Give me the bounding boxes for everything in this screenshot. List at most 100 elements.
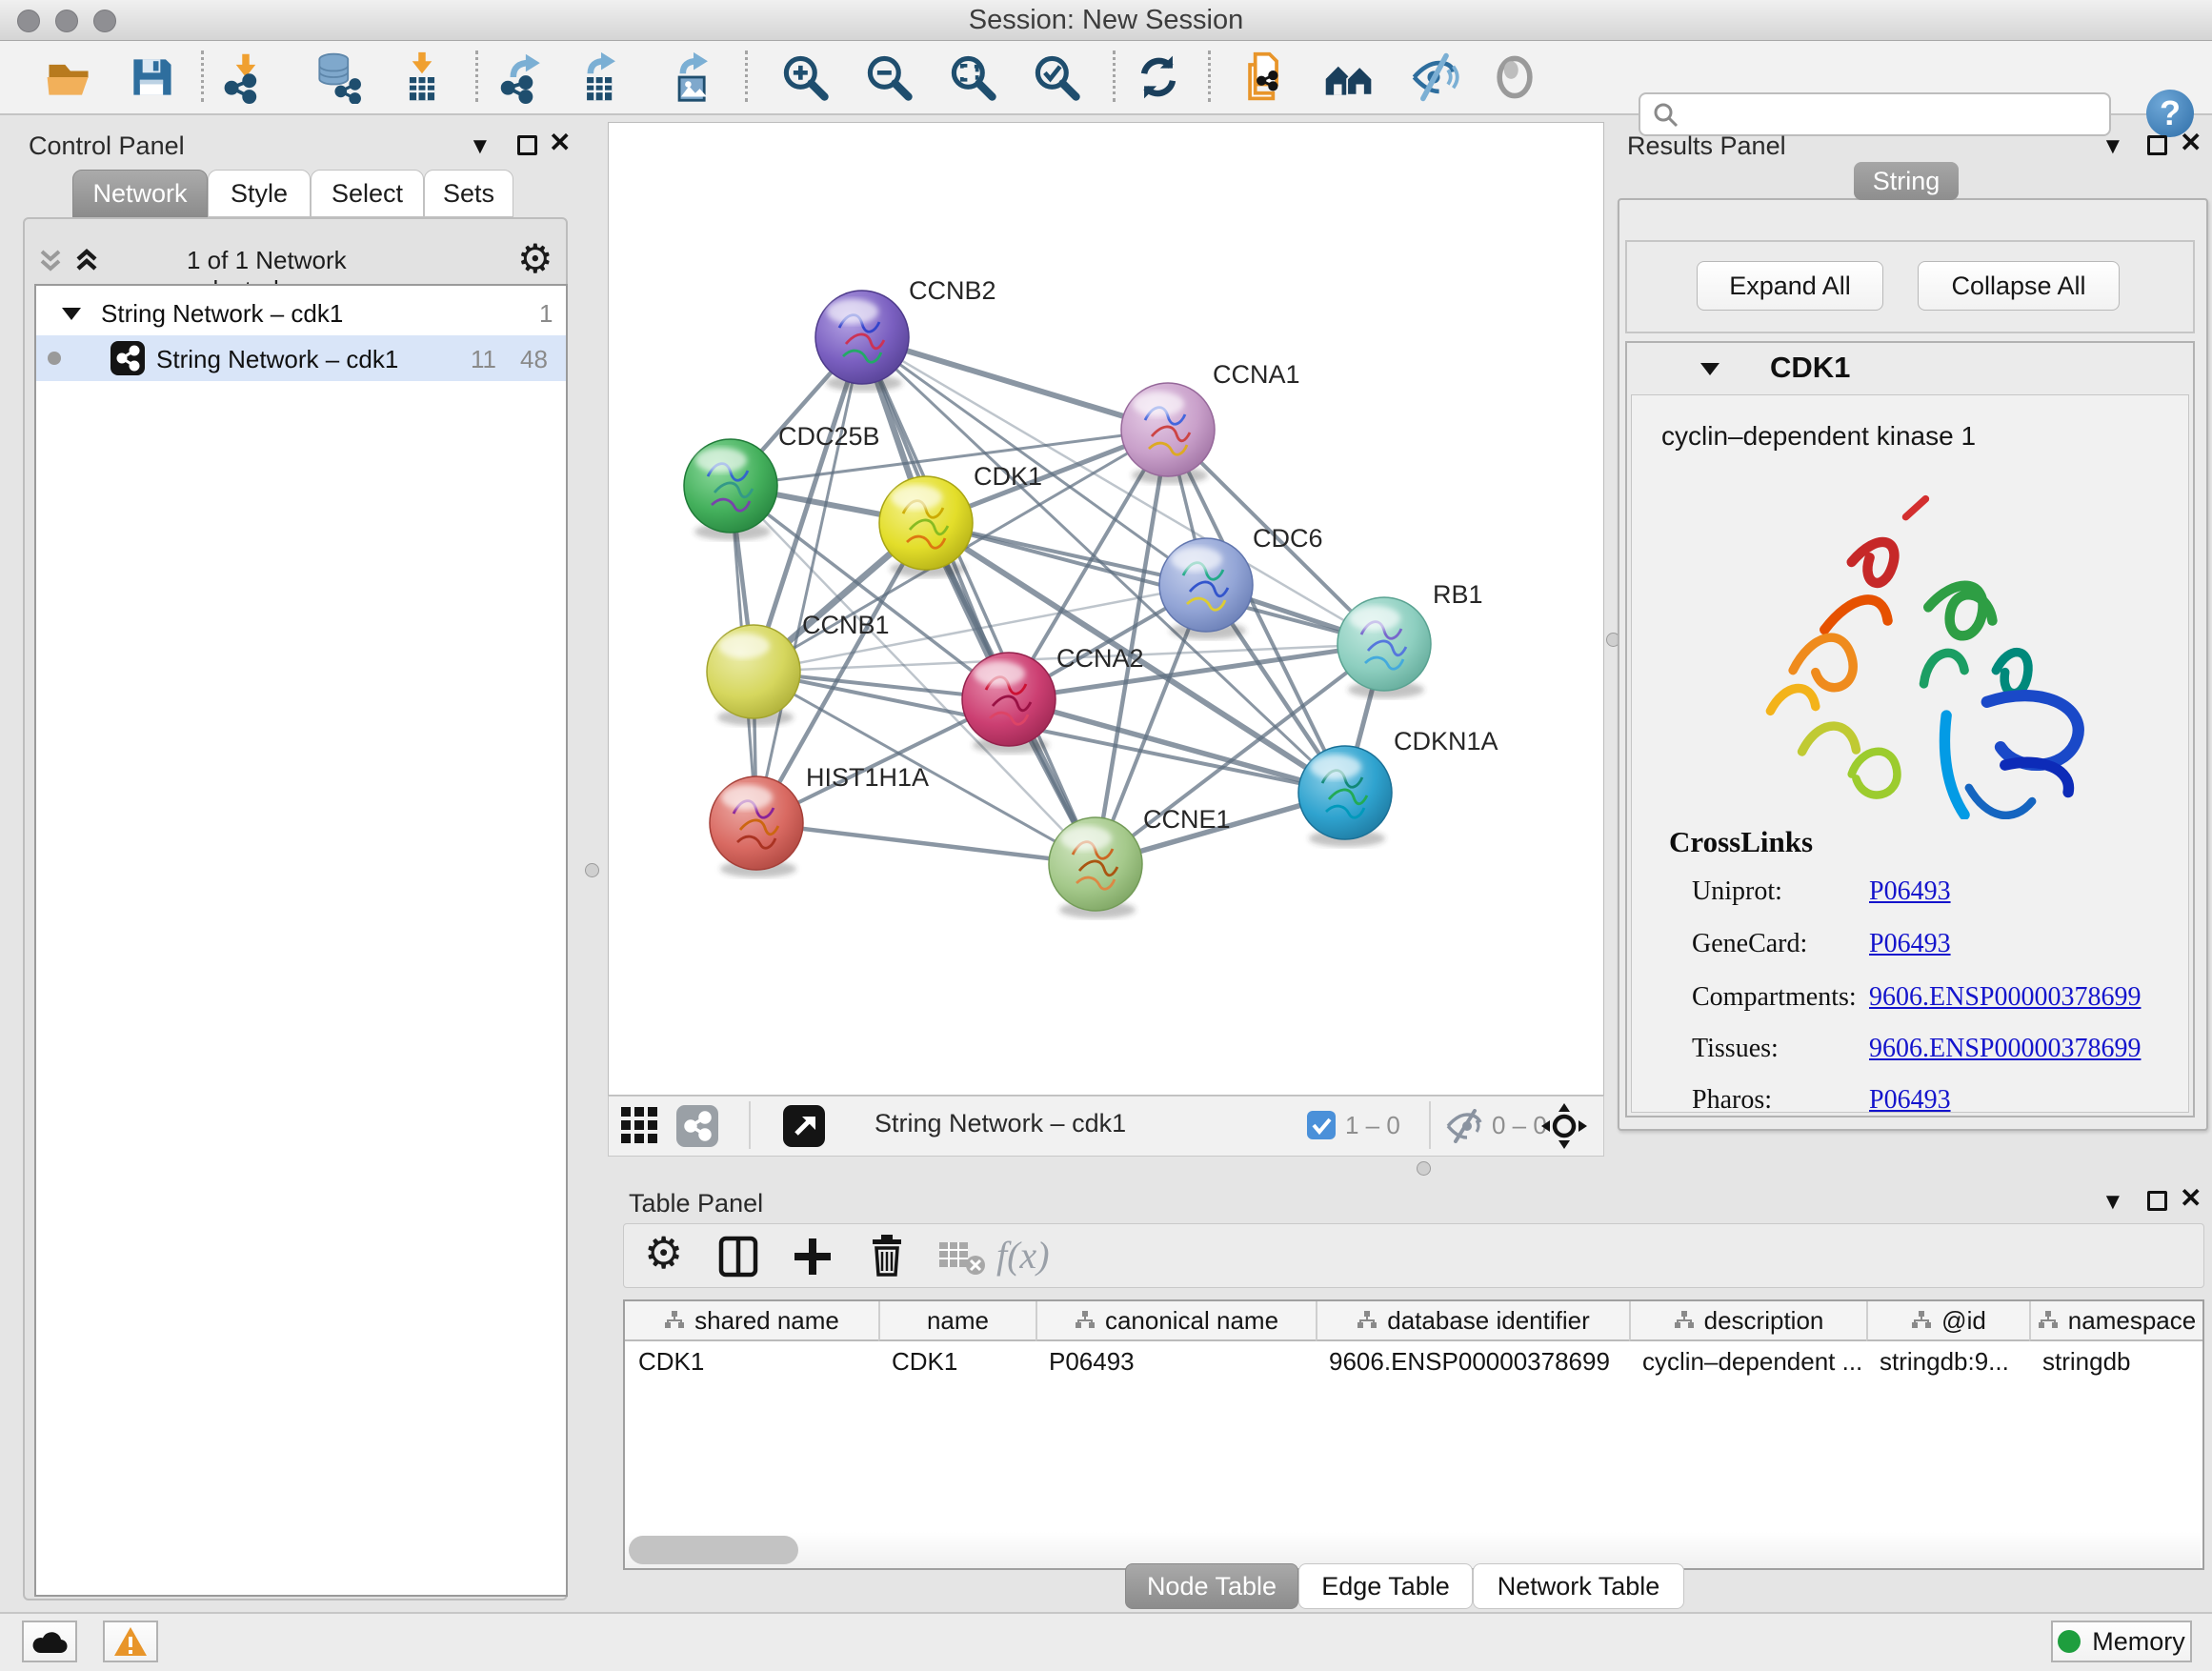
network-canvas[interactable]: CCNB2CCNA1CDC25BCDK1CDC6RB1CCNB1CCNA2CDK… [608,122,1604,1096]
crosslink-pharos-link[interactable]: P06493 [1869,1085,1951,1116]
tree-collapse-arrow-icon[interactable] [61,305,82,322]
tab-select[interactable]: Select [311,170,424,217]
zoom-in-icon[interactable] [776,49,834,106]
column-header-description[interactable]: description [1629,1301,1866,1341]
results-panel-menu-icon[interactable]: ▼ [2101,135,2124,158]
delete-icon[interactable] [865,1233,909,1278]
collapse-all-icon[interactable] [34,244,67,276]
table-cell[interactable]: CDK1 [625,1347,878,1377]
tab-network-table[interactable]: Network Table [1473,1563,1684,1609]
string-network-graph[interactable]: CCNB2CCNA1CDC25BCDK1CDC6RB1CCNB1CCNA2CDK… [609,123,1603,1095]
column-type-icon [1674,1310,1695,1331]
column-header-@id[interactable]: @id [1866,1301,2029,1341]
open-session-icon[interactable] [40,49,97,106]
import-table-icon[interactable] [393,49,451,106]
table-settings-gear-icon[interactable]: ⚙ [644,1227,683,1278]
add-row-icon[interactable] [791,1235,835,1278]
main-toolbar: ? [0,41,2212,115]
copy-network-icon[interactable] [1236,49,1293,106]
tab-network[interactable]: Network [72,170,208,217]
network-tree-root-row[interactable]: String Network – cdk1 1 [36,290,566,335]
show-panel-eye-icon[interactable] [1486,49,1543,106]
bottom-splitter-handle[interactable] [1417,1161,1431,1176]
node-CDKN1A[interactable] [1298,746,1392,847]
cloud-button[interactable] [22,1621,77,1662]
scrollbar-thumb[interactable] [629,1536,798,1564]
control-panel-float-icon[interactable] [517,135,537,155]
node-CDC25B[interactable] [684,439,777,540]
zoom-selected-icon[interactable] [1028,49,1085,106]
protein-structure-image [1715,476,2115,819]
table-cell[interactable]: stringdb:9... [1866,1347,2029,1377]
crosslink-uniprot-link[interactable]: P06493 [1869,876,1951,907]
refresh-icon[interactable] [1130,49,1187,106]
node-CDK1[interactable] [879,476,973,577]
tab-sets[interactable]: Sets [424,170,513,217]
table-cell[interactable]: P06493 [1036,1347,1316,1377]
search-input[interactable] [1690,96,2094,131]
tab-node-table[interactable]: Node Table [1125,1563,1298,1609]
expand-all-button[interactable]: Expand All [1697,261,1883,311]
toolbar-separator [475,50,478,102]
network-collection-label: String Network – cdk1 [101,299,343,329]
table-cell[interactable]: stringdb [2029,1347,2202,1377]
table-cell[interactable]: cyclin–dependent ... [1629,1347,1866,1377]
tab-string[interactable]: String [1854,162,1959,200]
export-table-icon[interactable] [573,49,630,106]
save-session-icon[interactable] [123,49,180,106]
selected-checkbox-icon[interactable] [1307,1111,1336,1139]
network-share-icon[interactable] [676,1105,718,1147]
toolbar-separator [201,50,204,102]
edge-CCNE1-HIST1H1A[interactable] [756,823,1096,864]
expand-all-icon[interactable] [70,244,103,276]
column-header-shared-name[interactable]: shared name [625,1301,878,1341]
node-CCNE1[interactable] [1049,817,1142,918]
fit-selection-crosshair-icon[interactable] [1541,1103,1587,1149]
table-cell[interactable]: CDK1 [878,1347,1036,1377]
import-network-from-file-icon[interactable] [217,49,274,106]
network-node-count: 11 [471,345,496,374]
table-panel-close-icon[interactable]: ✕ [2180,1187,2202,1210]
node-CCNA1[interactable] [1121,383,1215,484]
tab-style[interactable]: Style [208,170,311,217]
section-collapse-arrow-icon[interactable] [1699,360,1720,377]
warning-button[interactable] [103,1621,158,1662]
table-cell[interactable]: 9606.ENSP00000378699 [1316,1347,1629,1377]
import-network-from-database-icon[interactable] [309,49,366,106]
node-HIST1H1A[interactable] [710,776,803,877]
network-options-gear-icon[interactable]: ⚙ [517,235,553,282]
column-header-name[interactable]: name [878,1301,1036,1341]
column-header-namespace[interactable]: namespace [2029,1301,2202,1341]
new-column-icon[interactable] [716,1235,760,1278]
node-CDC6[interactable] [1159,538,1253,639]
control-panel-menu-icon[interactable]: ▼ [469,135,492,158]
collapse-all-button[interactable]: Collapse All [1918,261,2120,311]
hide-panel-eye-icon[interactable] [1405,49,1462,106]
home-browser-icon[interactable] [1320,49,1377,106]
table-panel-menu-icon[interactable]: ▼ [2101,1191,2124,1214]
export-network-icon[interactable] [495,49,553,106]
memory-button[interactable]: Memory [2051,1621,2192,1662]
crosslink-genecard-link[interactable]: P06493 [1869,929,1951,959]
zoom-out-icon[interactable] [860,49,917,106]
edge-CCNB2-HIST1H1A[interactable] [756,337,862,823]
control-panel-close-icon[interactable]: ✕ [549,131,571,154]
column-header-database-identifier[interactable]: database identifier [1316,1301,1629,1341]
network-tree-item-row[interactable]: String Network – cdk1 11 48 [36,335,566,381]
tab-edge-table[interactable]: Edge Table [1298,1563,1473,1609]
crosslink-tissues-link[interactable]: 9606.ENSP00000378699 [1869,1034,2141,1064]
node-details-header[interactable]: CDK1 [1625,343,2195,393]
edge-CCNB2-CCNA1[interactable] [862,337,1168,430]
results-panel-close-icon[interactable]: ✕ [2180,131,2202,154]
grid-view-icon[interactable] [619,1105,661,1147]
node-CCNB1[interactable] [707,625,800,726]
left-splitter-handle[interactable] [585,863,599,877]
column-header-canonical-name[interactable]: canonical name [1036,1301,1316,1341]
birdseye-view-icon[interactable] [783,1105,825,1147]
export-image-icon[interactable] [665,49,722,106]
results-panel-float-icon[interactable] [2147,135,2167,155]
node-RB1[interactable] [1337,597,1431,698]
zoom-fit-icon[interactable] [944,49,1001,106]
table-panel-float-icon[interactable] [2147,1191,2167,1211]
crosslink-compartments-link[interactable]: 9606.ENSP00000378699 [1869,982,2141,1013]
